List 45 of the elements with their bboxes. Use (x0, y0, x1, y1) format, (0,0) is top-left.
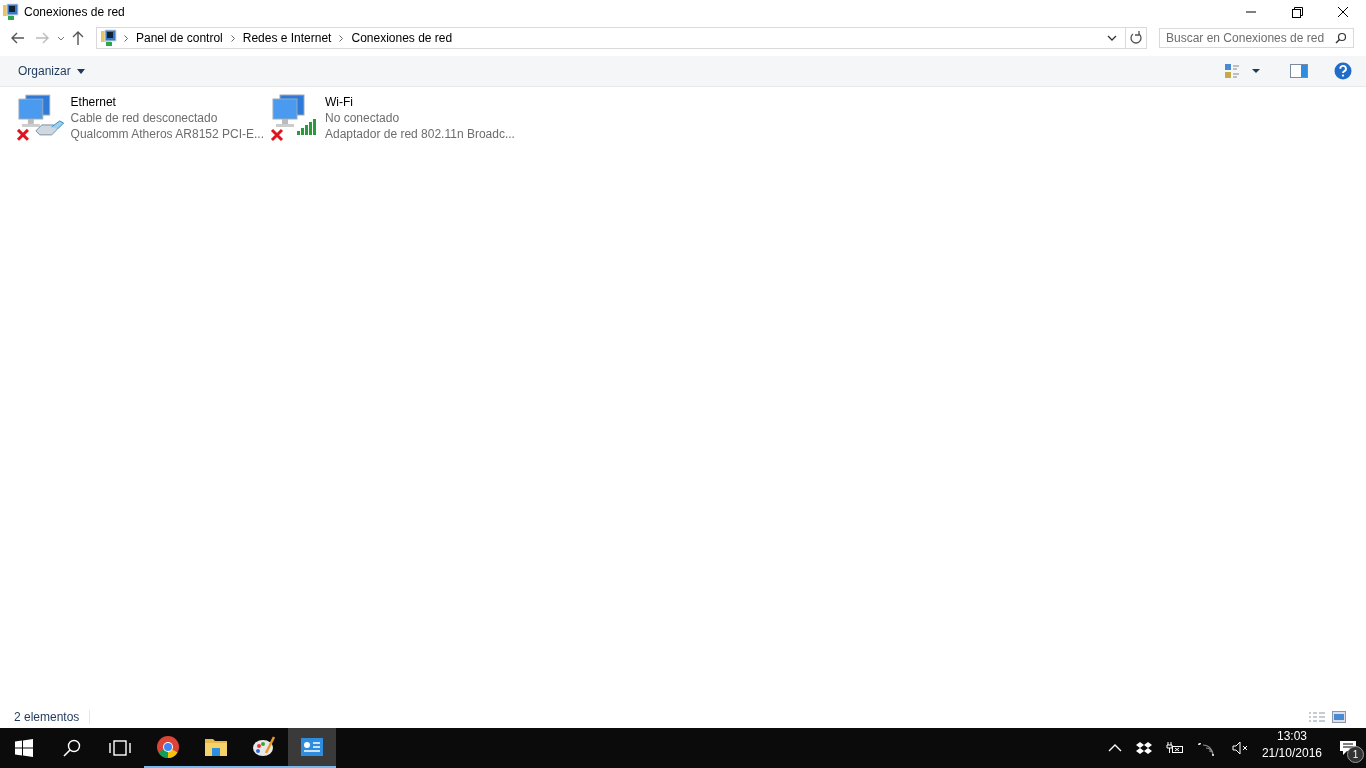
task-view-icon (109, 740, 131, 756)
breadcrumb-item[interactable]: Conexiones de red (351, 31, 453, 45)
control-panel-taskbar-button[interactable] (288, 728, 336, 768)
clock[interactable]: 13:03 21/10/2016 (1261, 728, 1322, 768)
connection-name: Wi-Fi (325, 94, 354, 110)
breadcrumb-item[interactable]: Redes e Internet (242, 31, 332, 45)
paint-palette-icon (252, 735, 276, 759)
notification-badge: 1 (1347, 746, 1364, 763)
action-center-button[interactable]: 1 (1330, 728, 1366, 768)
address-bar[interactable]: Panel de control Redes e Internet Conexiones de red (96, 27, 1147, 49)
preview-pane-icon[interactable] (1290, 64, 1308, 78)
chevron-icon (230, 34, 235, 42)
large-icons-view-icon[interactable] (1332, 711, 1346, 723)
chevron-icon (339, 34, 344, 42)
control-panel-icon (300, 735, 324, 759)
organize-menu-button[interactable]: Organizar (12, 62, 91, 80)
control-panel-icon (100, 29, 118, 47)
help-icon[interactable] (1334, 62, 1352, 80)
chevron-up-icon[interactable] (1107, 743, 1122, 753)
windows-logo-icon (15, 739, 33, 757)
network-cable-plug-icon (35, 120, 65, 136)
connection-name: Ethernet (70, 94, 117, 110)
connection-item[interactable]: Wi-Fi No conectado Adaptador de red 802.11n Broadc... (270, 93, 518, 143)
adapter-name: Qualcomm Atheros AR8152 PCI-E... (70, 126, 264, 142)
browser-icon (156, 735, 180, 759)
computers-icon (18, 94, 51, 127)
caret-icon (76, 68, 85, 74)
signal-bars-icon (297, 119, 316, 135)
item-count: 2 elementos (14, 710, 91, 724)
control-panel-icon (2, 3, 20, 21)
connection-status: Cable de red desconectado (70, 110, 219, 126)
muted-speaker-icon[interactable] (1231, 741, 1250, 755)
window-title: Conexiones de red (24, 5, 126, 19)
search-icon (1335, 32, 1347, 44)
dropbox-icon[interactable] (1135, 741, 1152, 755)
computers-icon (272, 94, 305, 127)
connection-item[interactable]: Ethernet Cable de red desconectado Qualcomm Atheros AR8152 PCI-E... (16, 93, 264, 143)
search-field[interactable]: Buscar en Conexiones de red (1159, 28, 1354, 48)
adapter-name: Adaptador de red 802.11n Broadc... (325, 126, 515, 142)
chevron-icon (124, 34, 128, 42)
connection-status: No conectado (325, 110, 401, 126)
change-view-icon[interactable] (1224, 63, 1242, 79)
battery-icon[interactable] (1165, 741, 1184, 755)
search-icon (63, 739, 81, 757)
breadcrumb-item[interactable]: Panel de control (136, 31, 223, 45)
